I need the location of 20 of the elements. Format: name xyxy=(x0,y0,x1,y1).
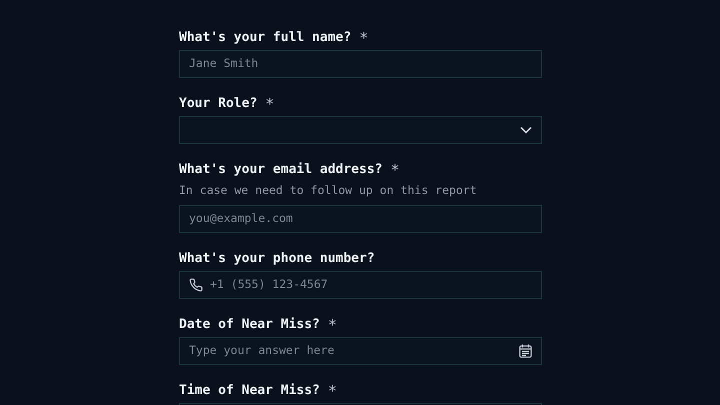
date-field[interactable]: Type your answer here xyxy=(179,337,542,365)
phone-icon xyxy=(189,278,203,292)
required-asterisk: * xyxy=(265,94,274,115)
calendar-icon xyxy=(519,344,532,358)
field-label: Date of Near Miss? xyxy=(179,316,320,334)
role-dropdown[interactable] xyxy=(179,116,542,144)
field-label: What's your full name? xyxy=(179,29,352,48)
field-label: Your Role? xyxy=(179,95,258,114)
required-asterisk: * xyxy=(328,314,337,336)
chevron-down-icon xyxy=(520,126,532,134)
field-hint: In case we need to follow up on this report xyxy=(179,183,478,197)
phone-field[interactable]: +1 (555) 123-4567 xyxy=(179,271,542,299)
text-field[interactable]: Jane Smith xyxy=(179,50,542,78)
required-asterisk: * xyxy=(390,160,400,181)
required-asterisk: * xyxy=(359,28,368,49)
field-label: What's your phone number? xyxy=(179,250,375,268)
email-field[interactable]: you@example.com xyxy=(179,205,542,233)
required-asterisk: * xyxy=(328,380,337,402)
field-label: What's your email address? xyxy=(179,161,382,180)
field-label: Time of Near Miss? xyxy=(179,382,320,400)
